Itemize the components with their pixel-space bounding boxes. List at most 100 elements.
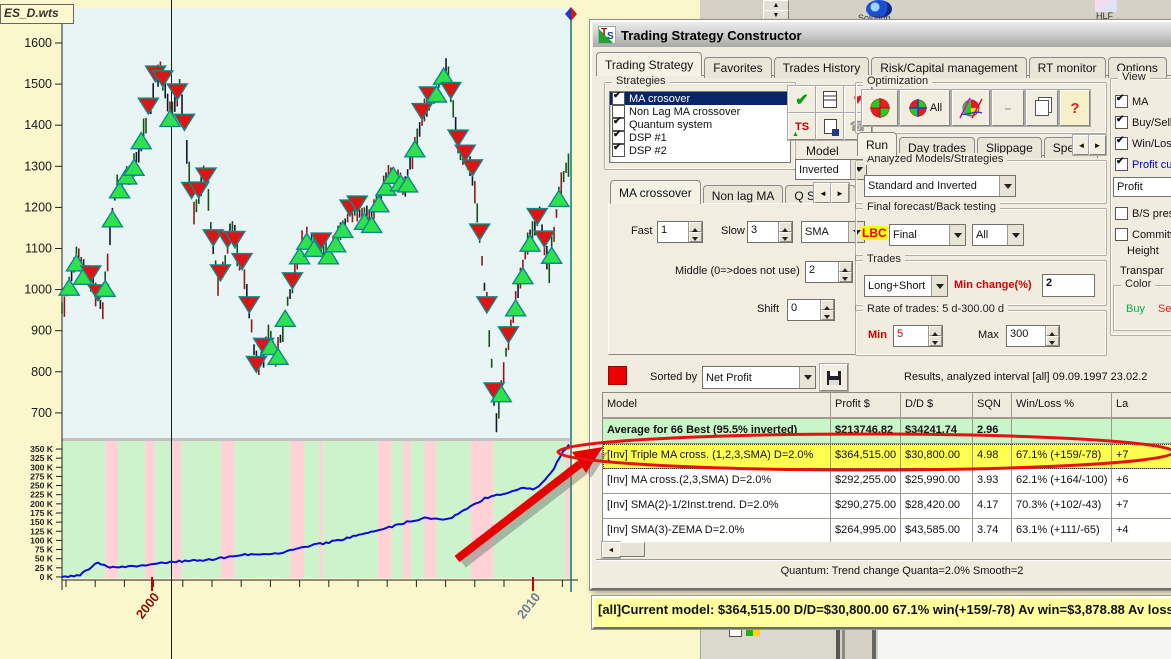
optimize-curves-button[interactable]: [952, 90, 990, 126]
document-icon: [823, 91, 837, 108]
chart-file-tab[interactable]: ES_D.wts: [0, 4, 74, 24]
view-option[interactable]: Profit cu: [1115, 154, 1171, 175]
up-arrow-icon: ▲: [792, 131, 799, 138]
view-checkbox[interactable]: [1115, 137, 1128, 150]
sorted-by-select[interactable]: Net Profit: [702, 366, 816, 389]
slow-spinner[interactable]: 3: [747, 221, 793, 243]
view-option[interactable]: Win/Loss: [1115, 133, 1171, 154]
tab-trades-history[interactable]: Trades History: [774, 57, 870, 78]
strategy-item[interactable]: DSP #2: [610, 144, 790, 157]
analyzed-models-select[interactable]: Standard and Inverted: [864, 175, 1016, 197]
table-cell: 3.93: [973, 469, 1012, 494]
desktop: ▲ ▼ Solution HLF 16001500140013001200110…: [0, 0, 1171, 659]
slow-label: Slow: [721, 225, 745, 237]
legend-color-swatch[interactable]: [608, 366, 627, 385]
price-axis-ticks: 1600150014001300120011001000900800700: [24, 36, 62, 420]
strategy-item[interactable]: Quantum system: [610, 118, 790, 131]
opt-tabs-scroll-right-button[interactable]: ►: [1089, 135, 1106, 155]
copy-results-button[interactable]: [1026, 90, 1058, 126]
table-row[interactable]: [Inv] SMA(2)-1/2Inst.trend. D=2.0%$290,2…: [603, 494, 1171, 519]
copy-icon: [1035, 100, 1049, 116]
sell-color-label[interactable]: Se: [1158, 303, 1171, 315]
svg-text:1400: 1400: [24, 118, 52, 132]
ts-signals-button[interactable]: TS▲: [788, 113, 816, 140]
table-cell: $213746.82: [831, 419, 901, 444]
save-report-button[interactable]: [816, 113, 844, 140]
view-checkbox[interactable]: [1115, 95, 1128, 108]
shift-spinner[interactable]: 0: [787, 299, 835, 321]
apply-strategy-button[interactable]: ✔: [788, 86, 816, 113]
profit-curve-select[interactable]: Profit: [1113, 177, 1171, 197]
min-change-input[interactable]: 2: [1042, 274, 1095, 297]
sorted-by-label: Sorted by: [650, 371, 697, 383]
strategy-item[interactable]: Non Lag MA crossover: [610, 105, 790, 118]
tab-trading-strategy[interactable]: Trading Strategy: [596, 52, 702, 76]
view-option[interactable]: Buy/Sell: [1115, 112, 1171, 133]
strategies-listbox[interactable]: MA crosoverNon Lag MA crossoverQuantum s…: [609, 91, 791, 163]
table-cell: $292,255.00: [831, 469, 901, 494]
buy-color-label[interactable]: Buy: [1126, 303, 1145, 315]
column-header[interactable]: Profit $: [831, 393, 901, 419]
svg-text:1600: 1600: [24, 36, 52, 50]
optimize-all-button[interactable]: All: [900, 90, 950, 126]
results-hscrollbar[interactable]: ◄: [602, 542, 1171, 556]
table-cell: $364,515.00: [831, 444, 901, 469]
tab-rt-monitor[interactable]: RT monitor: [1029, 57, 1106, 78]
table-row-selected[interactable]: [Inv] Triple MA cross. (1,2,3,SMA) D=2.0…: [603, 444, 1171, 469]
tabs-scroll-left-button[interactable]: ◄: [814, 183, 832, 203]
rate-min-spinner[interactable]: 5: [893, 325, 943, 347]
strategy-label: DSP #2: [629, 145, 667, 157]
view-option[interactable]: MA: [1115, 91, 1171, 112]
trade-direction-select[interactable]: Long+Short: [864, 275, 948, 297]
final-forecast-group-label: Final forecast/Back testing: [863, 201, 1000, 213]
opt-tab-run[interactable]: Run: [857, 132, 897, 156]
column-header[interactable]: La: [1112, 393, 1171, 419]
table-row[interactable]: [Inv] MA cross.(2,3,SMA) D=2.0%$292,255.…: [603, 469, 1171, 494]
help-button[interactable]: ?: [1060, 90, 1090, 126]
view-checkbox[interactable]: [1115, 207, 1128, 220]
strategy-item[interactable]: DSP #1: [610, 131, 790, 144]
strategy-item[interactable]: MA crosover: [610, 92, 790, 105]
middle-spinner[interactable]: 2: [805, 261, 853, 283]
view-checkbox[interactable]: [1115, 158, 1128, 171]
tabs-scroll-right-button[interactable]: ►: [831, 183, 849, 203]
save-results-button[interactable]: [820, 364, 848, 391]
column-header[interactable]: Model: [603, 393, 831, 419]
table-row[interactable]: [Inv] SMA(3)-ZEMA D=2.0%$264,995.00$43,5…: [603, 519, 1171, 544]
strategy-tab-ma-crossover[interactable]: MA crossover: [610, 180, 701, 204]
optimization-group-label: Optimization: [863, 75, 932, 87]
strategy-checkbox[interactable]: [612, 144, 625, 157]
report-button[interactable]: [816, 86, 844, 113]
view-checkbox[interactable]: [1115, 228, 1128, 241]
rate-max-spinner[interactable]: 300: [1006, 325, 1060, 347]
transparency-label: Transpar: [1120, 265, 1164, 277]
trading-strategy-constructor-window[interactable]: TS Trading Strategy Constructor Trading …: [590, 20, 1171, 590]
optimize-button[interactable]: [862, 90, 898, 126]
view-checkbox-list-2: B/S pres Committe: [1115, 203, 1171, 245]
column-header[interactable]: Win/Loss %: [1012, 393, 1112, 419]
table-row[interactable]: Average for 66 Best (95.5% inverted)$213…: [603, 419, 1171, 444]
view-option-label: Committe: [1132, 229, 1171, 241]
results-table[interactable]: ModelProfit $D/D $SQNWin/Loss %LaAverage…: [602, 392, 1171, 545]
svg-text:700: 700: [31, 406, 52, 420]
tab-favorites[interactable]: Favorites: [704, 57, 771, 78]
view-option-label: MA: [1132, 96, 1149, 108]
save-document-icon: [824, 119, 837, 134]
table-header-row[interactable]: ModelProfit $D/D $SQNWin/Loss %La: [603, 393, 1171, 419]
opt-tabs-scroll-left-button[interactable]: ◄: [1073, 135, 1090, 155]
color-group-label: Color: [1121, 278, 1155, 290]
view-option-label: B/S pres: [1132, 208, 1171, 220]
strategy-checkbox[interactable]: [612, 92, 625, 105]
view-checkbox[interactable]: [1115, 116, 1128, 129]
hscroll-left-button[interactable]: ◄: [602, 542, 620, 558]
hscroll-thumb[interactable]: [619, 542, 645, 557]
column-header[interactable]: SQN: [973, 393, 1012, 419]
forecast-mode-select[interactable]: Final: [889, 224, 966, 246]
model-select-value: Inverted: [796, 162, 850, 178]
view-option[interactable]: B/S pres: [1115, 203, 1171, 224]
forecast-interval-select[interactable]: All: [972, 224, 1024, 246]
column-header[interactable]: D/D $: [901, 393, 973, 419]
fast-spinner[interactable]: 1: [657, 221, 703, 243]
window-titlebar[interactable]: TS Trading Strategy Constructor: [593, 23, 1171, 47]
view-option[interactable]: Committe: [1115, 224, 1171, 245]
